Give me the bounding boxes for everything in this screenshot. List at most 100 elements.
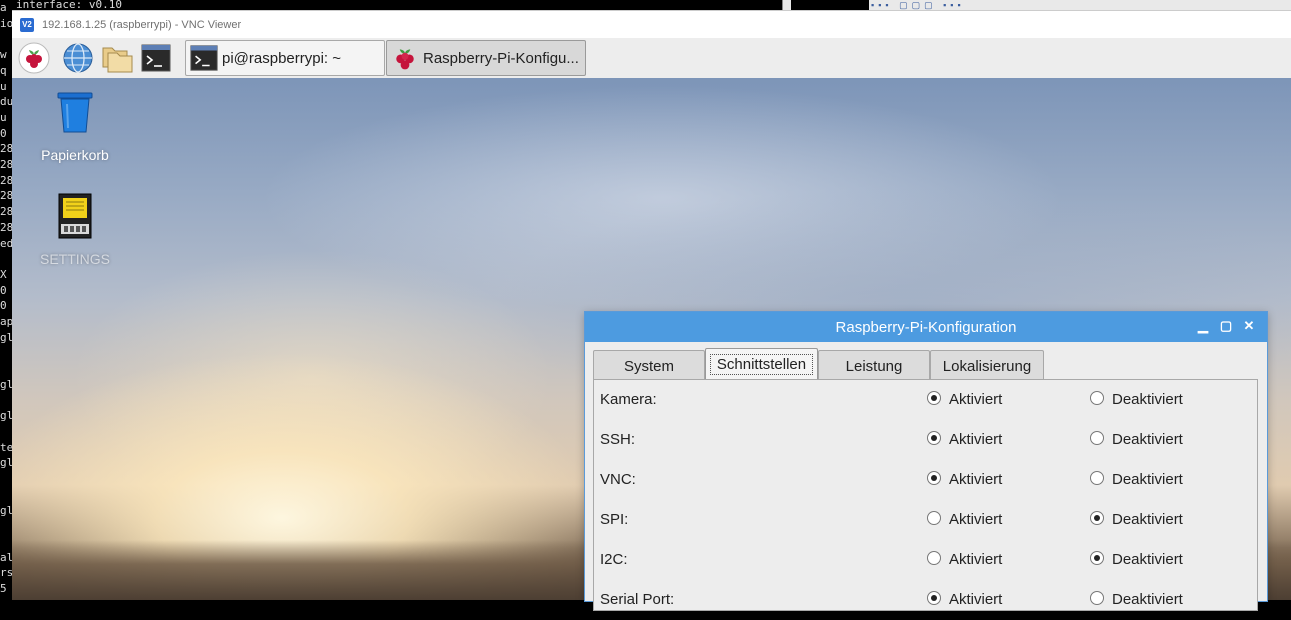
terminal-line: io xyxy=(0,16,12,30)
radio-enabled[interactable] xyxy=(927,511,941,525)
terminal-line: gl xyxy=(0,377,12,391)
interface-label: Kamera: xyxy=(600,391,657,408)
trash-icon xyxy=(52,92,98,140)
terminal-line: gl xyxy=(0,330,12,344)
terminal-line: X xyxy=(0,267,7,281)
radio-enabled-label[interactable]: Aktiviert xyxy=(949,471,1002,488)
radio-enabled-label[interactable]: Aktiviert xyxy=(949,431,1002,448)
radio-disabled-label[interactable]: Deaktiviert xyxy=(1112,471,1183,488)
web-browser-icon[interactable] xyxy=(62,42,94,74)
interfaces-panel: Kamera: Aktiviert Deaktiviert SSH: Aktiv… xyxy=(593,379,1258,611)
tab-label: Lokalisierung xyxy=(942,358,1032,375)
terminal-line: u xyxy=(0,110,7,124)
radio-enabled[interactable] xyxy=(927,391,941,405)
background-window: ▪▪▪ ▢▢▢ ▪▪▪ xyxy=(782,0,1291,10)
close-icon[interactable]: ✕ xyxy=(1241,318,1257,334)
terminal-line: du xyxy=(0,95,12,109)
interface-row-vnc: VNC: Aktiviert Deaktiviert xyxy=(600,460,1250,500)
radio-disabled[interactable] xyxy=(1090,431,1104,445)
interface-row-serial-port: Serial Port: Aktiviert Deaktiviert xyxy=(600,580,1250,620)
terminal-line: 0 xyxy=(0,126,7,140)
interface-label: I2C: xyxy=(600,551,628,568)
radio-enabled-label[interactable]: Aktiviert xyxy=(949,391,1002,408)
radio-enabled[interactable] xyxy=(927,551,941,565)
radio-disabled[interactable] xyxy=(1090,471,1104,485)
terminal-icon xyxy=(189,43,219,78)
raspberry-menu-icon[interactable] xyxy=(18,42,50,74)
maximize-icon[interactable]: ▢ xyxy=(1218,318,1234,334)
interface-row-i2c: I2C: Aktiviert Deaktiviert xyxy=(600,540,1250,580)
radio-disabled[interactable] xyxy=(1090,511,1104,525)
terminal-line: 28 xyxy=(0,220,12,234)
terminal-line: 28 xyxy=(0,142,12,156)
raspi-config-window: Raspberry-Pi-Konfiguration ▁ ▢ ✕ System … xyxy=(584,311,1268,611)
interface-row-ssh: SSH: Aktiviert Deaktiviert xyxy=(600,420,1250,460)
vnc-window-title: 192.168.1.25 (raspberrypi) - VNC Viewer xyxy=(42,19,242,31)
radio-enabled[interactable] xyxy=(927,431,941,445)
file-manager-icon[interactable] xyxy=(101,42,133,74)
radio-disabled[interactable] xyxy=(1090,551,1104,565)
vnc-titlebar: V2 192.168.1.25 (raspberrypi) - VNC View… xyxy=(12,10,1291,46)
radio-enabled[interactable] xyxy=(927,471,941,485)
tab-system[interactable]: System xyxy=(593,350,705,379)
window-title: Raspberry-Pi-Konfiguration xyxy=(835,319,1017,336)
radio-disabled-label[interactable]: Deaktiviert xyxy=(1112,511,1183,528)
task-button-terminal[interactable]: pi@raspberrypi: ~ xyxy=(185,40,385,76)
terminal-line: u xyxy=(0,79,7,93)
interface-label: SPI: xyxy=(600,511,629,528)
minimize-icon[interactable]: ▁ xyxy=(1195,318,1211,334)
tab-schnittstellen[interactable]: Schnittstellen xyxy=(705,348,818,380)
task-button-label: Raspberry-Pi-Konfigu... xyxy=(423,50,579,67)
task-button-raspi-config[interactable]: Raspberry-Pi-Konfigu... xyxy=(386,40,586,76)
radio-enabled-label[interactable]: Aktiviert xyxy=(949,551,1002,568)
vnc-logo-icon: V2 xyxy=(20,18,34,32)
terminal-line: 28 xyxy=(0,173,12,187)
terminal-line: 28 xyxy=(0,189,12,203)
terminal-line: ed xyxy=(0,236,12,250)
radio-enabled-label[interactable]: Aktiviert xyxy=(949,511,1002,528)
terminal-line: rs xyxy=(0,566,12,580)
tab-label: Leistung xyxy=(845,358,903,375)
interface-row-spi: SPI: Aktiviert Deaktiviert xyxy=(600,500,1250,540)
terminal-line: gl xyxy=(0,456,12,470)
terminal-line: q xyxy=(0,63,7,77)
terminal-line: te xyxy=(0,440,12,454)
raspberry-icon xyxy=(391,44,419,77)
desktop-icon-trash[interactable]: Papierkorb xyxy=(30,90,120,163)
terminal-line: 0 xyxy=(0,283,7,297)
terminal-line: ap xyxy=(0,315,12,329)
terminal-line: 28 xyxy=(0,158,12,172)
desktop-icon-settings[interactable]: SETTINGS xyxy=(30,192,120,267)
interface-label: SSH: xyxy=(600,431,636,448)
raspi-config-titlebar[interactable]: Raspberry-Pi-Konfiguration ▁ ▢ ✕ xyxy=(585,312,1267,342)
terminal-icon[interactable] xyxy=(140,42,172,74)
radio-disabled-label[interactable]: Deaktiviert xyxy=(1112,391,1183,408)
radio-disabled[interactable] xyxy=(1090,591,1104,605)
terminal-line: gl xyxy=(0,409,12,423)
tab-label: System xyxy=(623,358,674,375)
terminal-line: w xyxy=(0,48,7,62)
terminal-line: 5 xyxy=(0,582,7,596)
tab-label: Schnittstellen xyxy=(710,354,813,375)
terminal-strip: a io w q u du u 0 28 28 28 28 28 28 ed X 0 0 ap gl gl gl … xyxy=(0,0,12,600)
desktop-icon-label: SETTINGS xyxy=(39,251,110,267)
radio-enabled[interactable] xyxy=(927,591,941,605)
interface-label: VNC: xyxy=(600,471,636,488)
tab-lokalisierung[interactable]: Lokalisierung xyxy=(930,350,1044,379)
interface-row-kamera: Kamera: Aktiviert Deaktiviert xyxy=(600,380,1250,420)
terminal-line: 28 xyxy=(0,205,12,219)
tab-leistung[interactable]: Leistung xyxy=(818,350,930,379)
radio-disabled-label[interactable]: Deaktiviert xyxy=(1112,431,1183,448)
radio-disabled[interactable] xyxy=(1090,391,1104,405)
radio-disabled-label[interactable]: Deaktiviert xyxy=(1112,551,1183,568)
task-button-label: pi@raspberrypi: ~ xyxy=(222,50,342,67)
